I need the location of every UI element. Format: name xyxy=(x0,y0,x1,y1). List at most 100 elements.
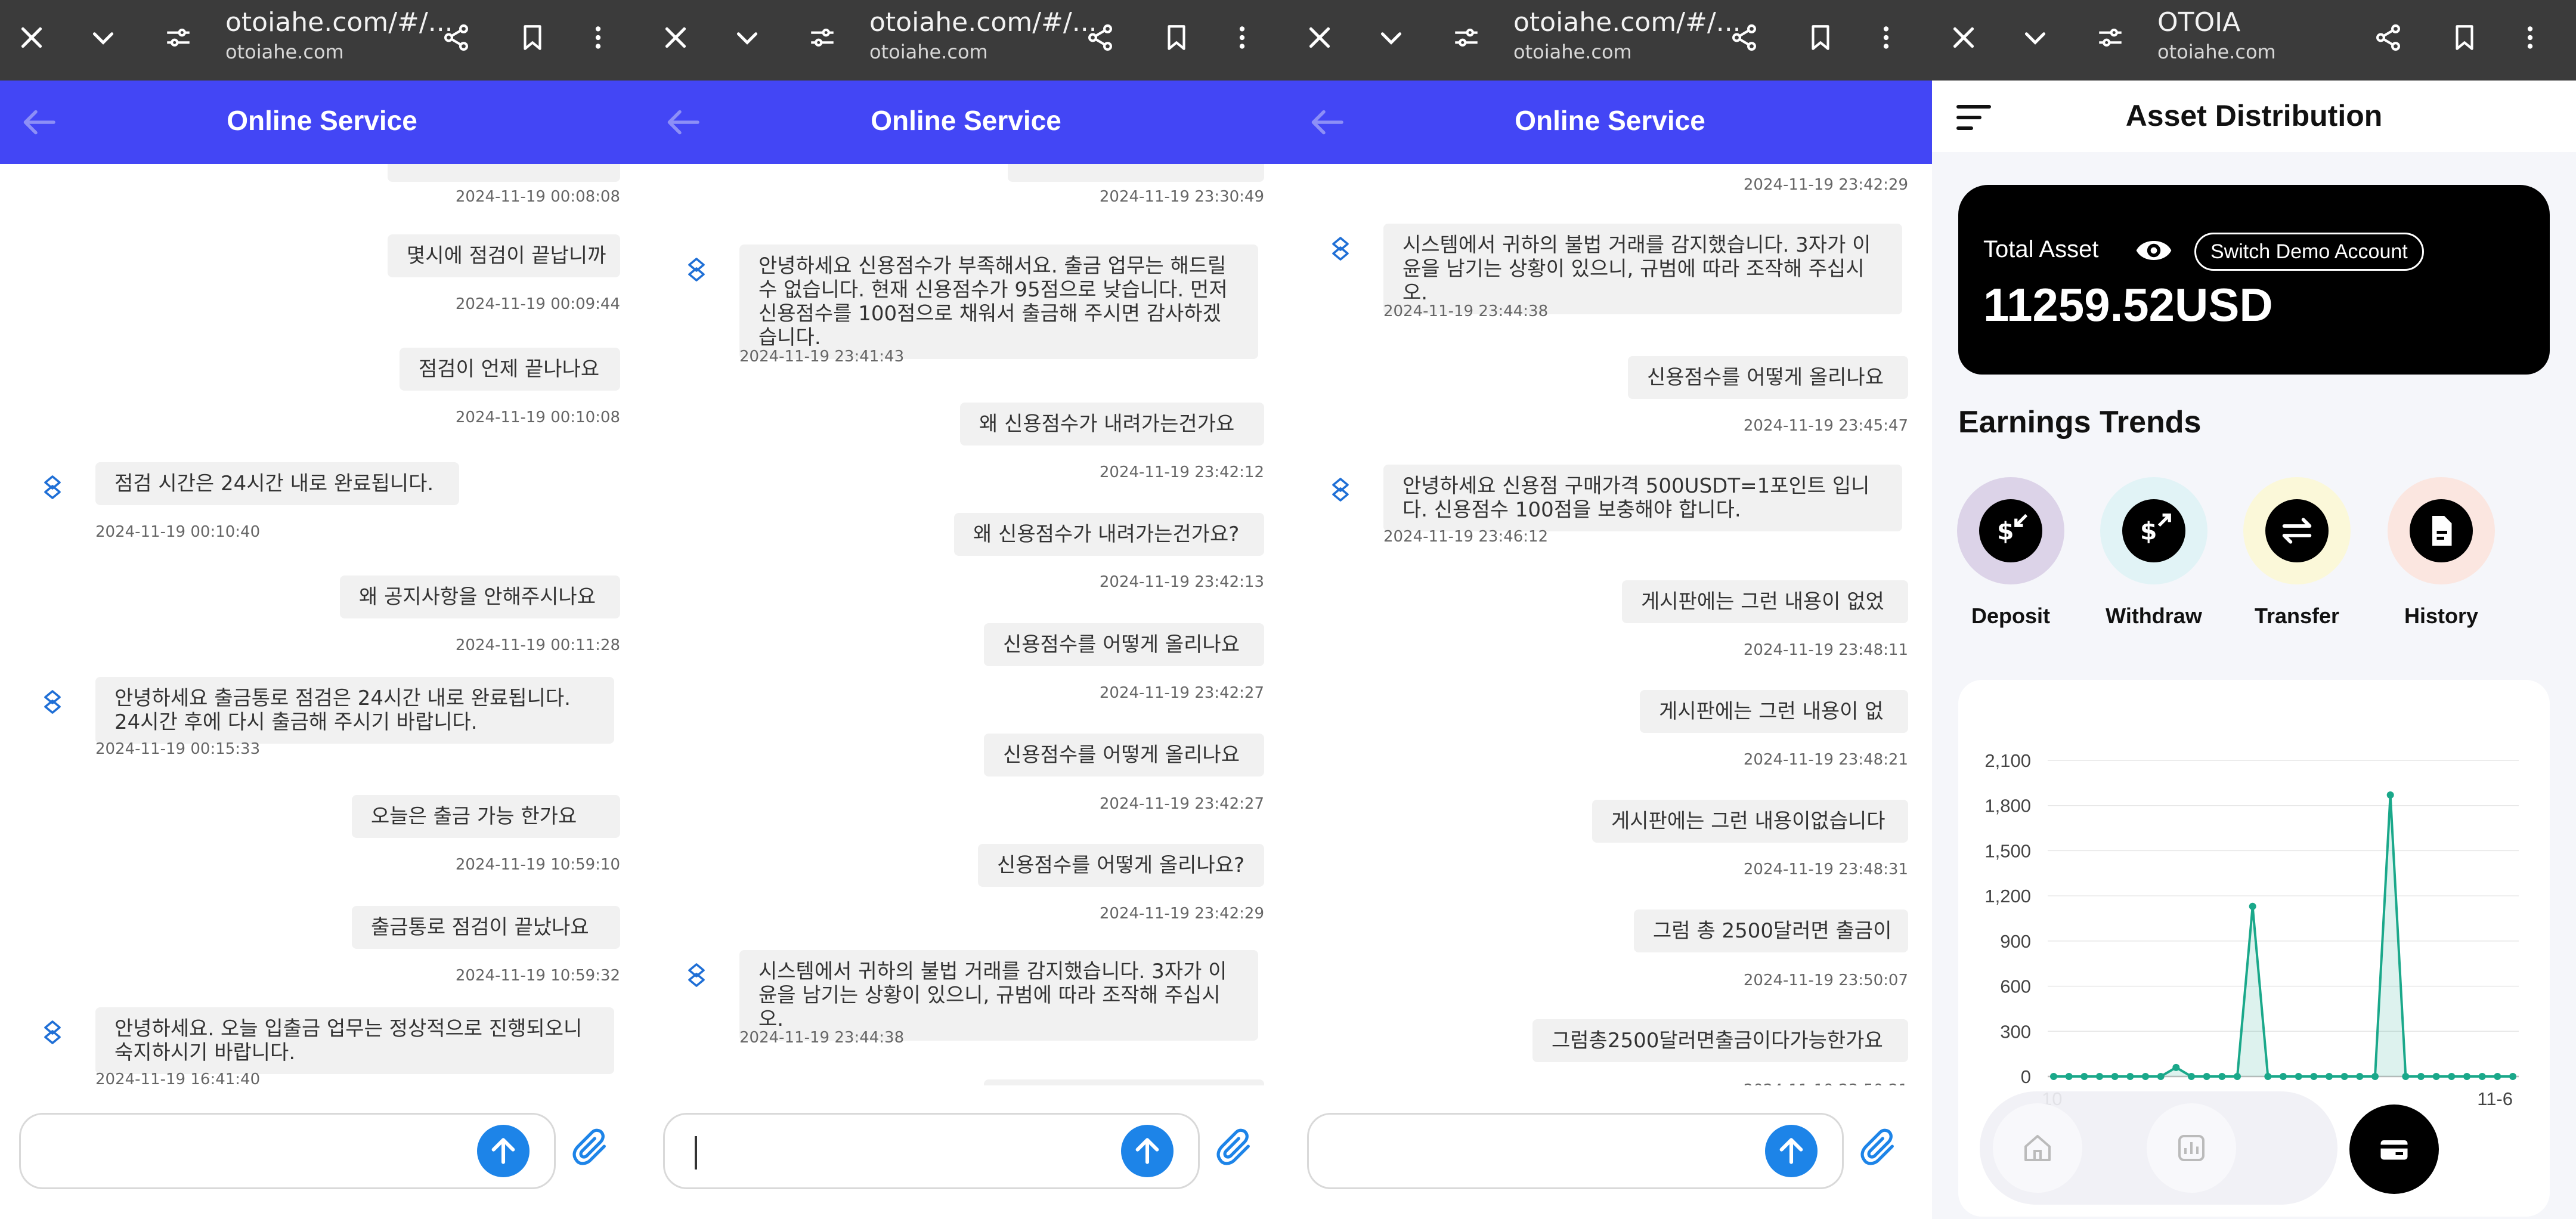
message-input[interactable] xyxy=(1307,1113,1844,1189)
user-message-bubble xyxy=(1008,164,1264,182)
data-point[interactable] xyxy=(2050,1073,2057,1080)
send-button[interactable] xyxy=(1121,1125,1174,1177)
more-options-icon[interactable] xyxy=(1865,17,1907,58)
bookmark-icon[interactable] xyxy=(2444,17,2485,58)
attachment-icon[interactable] xyxy=(569,1127,617,1175)
data-point[interactable] xyxy=(2356,1073,2364,1080)
user-message-bubble: 게시판에는 그런 내용이 없었 xyxy=(1622,580,1908,623)
message-timestamp: 2024-11-19 23:48:11 xyxy=(1743,641,1908,659)
bookmark-icon[interactable] xyxy=(1156,17,1197,58)
chat-messages: 2024-11-19 23:42:29 시스템에서 귀하의 불법 거래를 감지했습… xyxy=(1288,164,1932,1085)
more-options-icon[interactable] xyxy=(2509,17,2551,58)
close-tab-icon[interactable] xyxy=(1299,17,1340,58)
bookmark-icon[interactable] xyxy=(1800,17,1841,58)
message-input[interactable] xyxy=(19,1113,556,1189)
send-button[interactable] xyxy=(477,1125,530,1177)
agent-message-bubble: 안녕하세요 출금통로 점검은 24시간 내로 완료됩니다. 24시간 후에 다시… xyxy=(95,677,614,744)
chevron-down-icon[interactable] xyxy=(726,17,768,58)
share-icon[interactable] xyxy=(2367,17,2409,58)
data-point[interactable] xyxy=(2264,1073,2272,1080)
x-tick-label: 11-6 xyxy=(2477,1088,2513,1109)
chevron-down-icon[interactable] xyxy=(82,17,124,58)
send-button[interactable] xyxy=(1765,1125,1818,1177)
close-tab-icon[interactable] xyxy=(1943,17,1984,58)
chevron-down-icon[interactable] xyxy=(2014,17,2056,58)
data-point[interactable] xyxy=(2432,1073,2440,1080)
data-point[interactable] xyxy=(2494,1073,2501,1080)
page-url[interactable]: otoiahe.com/#/... xyxy=(869,7,1097,38)
data-point[interactable] xyxy=(2326,1073,2333,1080)
agent-avatar-icon xyxy=(38,1018,67,1047)
history-label: History xyxy=(2404,604,2479,628)
agent-message-bubble: 안녕하세요 신용점수가 부족해서요. 출금 업무는 해드릴 수 없습니다. 현재… xyxy=(739,245,1258,359)
attachment-icon[interactable] xyxy=(1857,1127,1905,1175)
data-point[interactable] xyxy=(2142,1073,2149,1080)
page-host: otoiahe.com xyxy=(225,41,344,63)
message-timestamp: 2024-11-19 00:08:08 xyxy=(455,188,620,206)
data-point[interactable] xyxy=(2126,1073,2134,1080)
user-message-bubble: 신용점수를 어떻게 올리나요 xyxy=(984,734,1264,776)
site-settings-icon[interactable] xyxy=(157,17,199,58)
page-url[interactable]: otoiahe.com/#/... xyxy=(1513,7,1741,38)
page-title[interactable]: OTOIA xyxy=(2157,7,2240,38)
site-settings-icon[interactable] xyxy=(1445,17,1487,58)
data-point[interactable] xyxy=(2188,1073,2195,1080)
chat-header: Online Service xyxy=(644,81,1288,164)
nav-markets-button[interactable] xyxy=(2147,1103,2236,1193)
transfer-button[interactable]: Transfer xyxy=(2243,477,2351,629)
chevron-down-icon[interactable] xyxy=(1370,17,1412,58)
svg-text:$: $ xyxy=(1997,517,2014,546)
bookmark-icon[interactable] xyxy=(512,17,553,58)
data-point[interactable] xyxy=(2111,1073,2119,1080)
attachment-icon[interactable] xyxy=(1213,1127,1261,1175)
data-point[interactable] xyxy=(2203,1073,2210,1080)
message-timestamp: 2024-11-19 23:42:27 xyxy=(1099,795,1264,813)
history-button[interactable]: History xyxy=(2388,477,2495,629)
data-point[interactable] xyxy=(2172,1063,2180,1071)
site-settings-icon[interactable] xyxy=(801,17,843,58)
close-tab-icon[interactable] xyxy=(11,17,52,58)
nav-wallet-button[interactable] xyxy=(2349,1104,2439,1194)
data-point[interactable] xyxy=(2402,1073,2410,1080)
withdraw-button[interactable]: $ Withdraw xyxy=(2100,477,2207,629)
agent-message-bubble: 안녕하세요 신용점 구매가격 500USDT=1포인트 입니다. 신용점수 10… xyxy=(1383,465,1902,531)
site-settings-icon[interactable] xyxy=(2089,17,2131,58)
data-point[interactable] xyxy=(2509,1073,2516,1080)
data-point[interactable] xyxy=(2417,1073,2425,1080)
switch-demo-account-button[interactable]: Switch Demo Account xyxy=(2194,233,2424,271)
data-point[interactable] xyxy=(2340,1073,2348,1080)
data-point[interactable] xyxy=(2448,1073,2456,1080)
transfer-label: Transfer xyxy=(2254,604,2340,628)
data-point[interactable] xyxy=(2371,1073,2379,1080)
message-input[interactable] xyxy=(663,1113,1200,1189)
message-timestamp: 2024-11-19 00:10:40 xyxy=(95,523,261,541)
nav-home-button[interactable] xyxy=(1993,1103,2082,1193)
y-tick-label: 0 xyxy=(2021,1066,2031,1087)
data-point[interactable] xyxy=(2234,1073,2241,1080)
agent-avatar-icon xyxy=(1326,234,1355,263)
data-point[interactable] xyxy=(2463,1073,2470,1080)
data-point[interactable] xyxy=(2249,902,2256,910)
data-point[interactable] xyxy=(2280,1073,2287,1080)
close-tab-icon[interactable] xyxy=(655,17,696,58)
more-options-icon[interactable] xyxy=(577,17,619,58)
data-point[interactable] xyxy=(2096,1073,2103,1080)
chat-header: Online Service xyxy=(1288,81,1932,164)
message-timestamp: 2024-11-19 00:10:08 xyxy=(455,409,620,426)
data-point[interactable] xyxy=(2157,1073,2165,1080)
data-point[interactable] xyxy=(2310,1073,2318,1080)
total-asset-value: 11259.52USD xyxy=(1983,279,2273,331)
data-point[interactable] xyxy=(2218,1073,2226,1080)
data-point[interactable] xyxy=(2065,1073,2073,1080)
user-message-bubble: 왜 신용점수가 내려가는건가요? xyxy=(954,513,1264,556)
data-point[interactable] xyxy=(2478,1073,2486,1080)
data-point[interactable] xyxy=(2080,1073,2088,1080)
data-point[interactable] xyxy=(2295,1073,2302,1080)
more-options-icon[interactable] xyxy=(1221,17,1263,58)
chat-title: Online Service xyxy=(227,105,417,136)
data-point[interactable] xyxy=(2386,791,2394,799)
eye-icon[interactable] xyxy=(2135,231,2173,270)
message-timestamp: 2024-11-19 23:42:29 xyxy=(1099,905,1264,923)
page-url[interactable]: otoiahe.com/#/... xyxy=(225,7,453,38)
deposit-button[interactable]: $ Deposit xyxy=(1957,477,2064,629)
